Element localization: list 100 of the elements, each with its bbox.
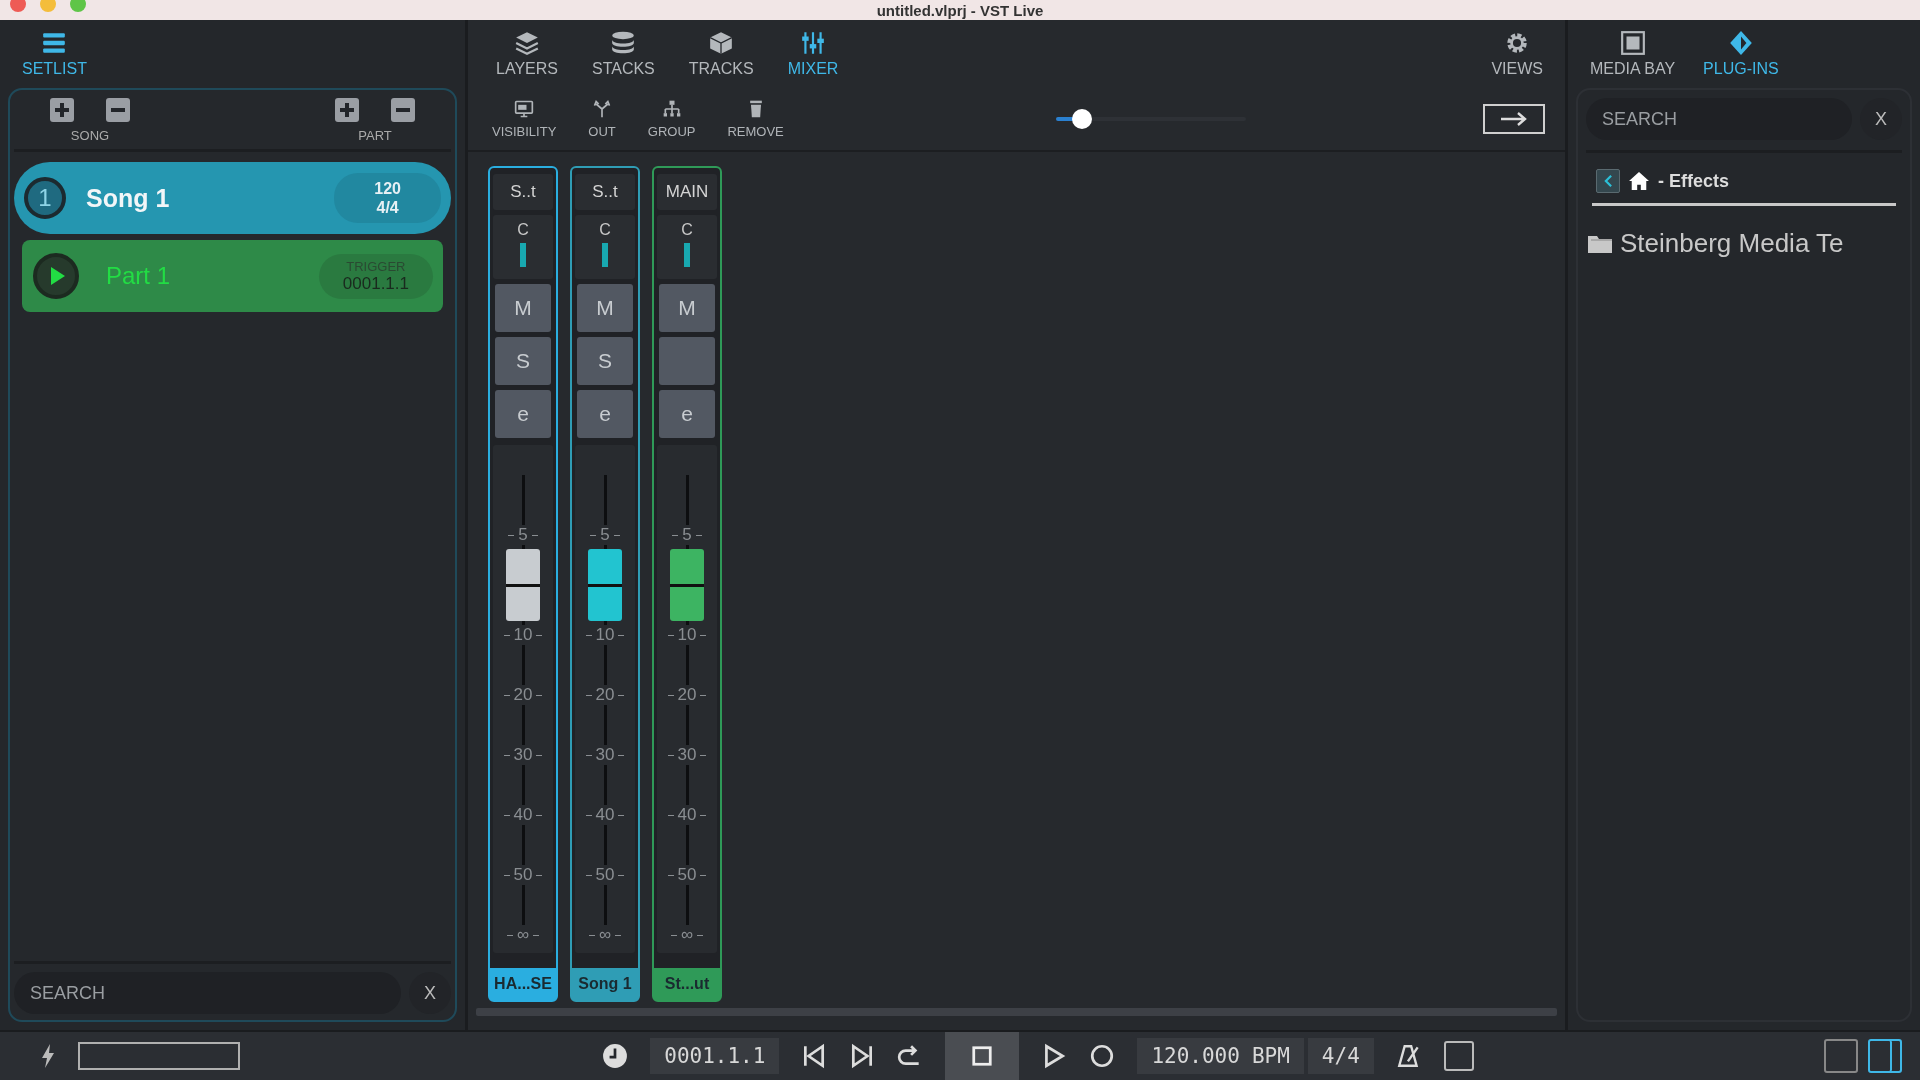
- tempo-display[interactable]: 120.000 BPM: [1137, 1038, 1304, 1074]
- fork-icon: [592, 99, 613, 119]
- remove-song-icon[interactable]: [106, 98, 130, 122]
- lightning-icon[interactable]: [40, 1044, 56, 1068]
- toolbar-button[interactable]: OUT: [578, 95, 626, 143]
- toolbar-button[interactable]: VISIBILITY: [482, 95, 567, 143]
- window-title: untitled.vlprj - VST Live: [876, 2, 1044, 20]
- close-button[interactable]: [10, 0, 26, 12]
- tab[interactable]: MEDIA BAY: [1582, 26, 1684, 82]
- song-signature: 4/4: [376, 198, 399, 217]
- record-icon[interactable]: [1089, 1043, 1116, 1069]
- scale-label: 50: [594, 865, 616, 885]
- folder-icon: [1588, 234, 1612, 253]
- breadcrumb-path: - Effects: [1658, 170, 1729, 192]
- channel-button[interactable]: S: [577, 337, 633, 385]
- tab[interactable]: MIXER: [779, 26, 847, 82]
- song-name: Song 1: [86, 183, 171, 213]
- layout-right-icon[interactable]: [1868, 1039, 1902, 1073]
- song-row[interactable]: 1 Song 1 120 4/4: [14, 162, 451, 234]
- input-label[interactable]: MAIN: [657, 174, 717, 210]
- channel-button[interactable]: e: [495, 390, 551, 438]
- scale-label: 20: [594, 685, 616, 705]
- channel-button[interactable]: M: [495, 284, 551, 332]
- chevron-left-icon: [1603, 174, 1613, 188]
- clear-button[interactable]: X: [409, 972, 451, 1014]
- zoom-slider[interactable]: [1055, 109, 1246, 129]
- back-button[interactable]: [1596, 169, 1620, 193]
- song-label: SONG: [70, 128, 110, 143]
- scale-label: 30: [512, 745, 534, 765]
- pan-indicator-icon: [684, 243, 690, 267]
- scale-label: 50: [676, 865, 698, 885]
- scale-label: 40: [594, 805, 616, 825]
- part-name: Part 1: [106, 262, 172, 290]
- scale-label: 10: [594, 625, 616, 645]
- stop-button[interactable]: [945, 1032, 1020, 1080]
- scale-label: 5: [517, 525, 529, 545]
- tab[interactable]: TRACKS: [680, 26, 762, 82]
- channel-button[interactable]: e: [577, 390, 633, 438]
- input-label[interactable]: S..t: [493, 174, 553, 210]
- views-tab[interactable]: VIEWS: [1483, 26, 1551, 82]
- pan-indicator-icon: [520, 243, 526, 267]
- mixer-icon: [799, 30, 827, 56]
- channel-button[interactable]: M: [577, 284, 633, 332]
- hierarchy-icon: [661, 99, 682, 119]
- play-icon[interactable]: [32, 252, 80, 300]
- tab[interactable]: PLUG-INS: [1695, 26, 1787, 82]
- tempo-value: 120.000: [1151, 1044, 1240, 1068]
- scale-label: 30: [594, 745, 616, 765]
- toolbar-button[interactable]: REMOVE: [717, 95, 794, 143]
- folder-name[interactable]: Steinberg Media Te: [1620, 228, 1844, 259]
- scale-label: 40: [676, 805, 698, 825]
- song-tempo: 120: [374, 179, 401, 198]
- tab[interactable]: LAYERS: [488, 26, 566, 82]
- search-field[interactable]: SEARCH: [14, 972, 401, 1014]
- toolbar-button[interactable]: GROUP: [637, 95, 706, 143]
- trigger-position: 0001.1.1: [342, 273, 409, 293]
- channel-button[interactable]: S: [495, 337, 551, 385]
- song-number: 1: [24, 177, 66, 219]
- checkbox[interactable]: [1443, 1041, 1474, 1071]
- pan-display[interactable]: C: [493, 215, 553, 279]
- fader-handle[interactable]: [670, 549, 704, 621]
- scale-label: 10: [676, 625, 698, 645]
- arrow-button[interactable]: [1483, 104, 1545, 134]
- pan-value: C: [681, 221, 693, 239]
- tab[interactable]: STACKS: [583, 26, 663, 82]
- setlist-tab[interactable]: SETLIST: [14, 26, 95, 82]
- slider-thumb[interactable]: [1072, 109, 1093, 129]
- signature-display[interactable]: 4/4: [1307, 1038, 1374, 1074]
- fader-handle[interactable]: [506, 549, 540, 621]
- clear-button[interactable]: X: [1860, 98, 1902, 140]
- tempo-unit: BPM: [1251, 1044, 1290, 1068]
- search-field[interactable]: SEARCH: [1586, 98, 1852, 140]
- scale-label: 5: [681, 525, 693, 545]
- channel-name[interactable]: HA...SE: [490, 968, 556, 1000]
- channel-button[interactable]: e: [659, 390, 715, 438]
- scale-label: 10: [512, 625, 534, 645]
- remove-part-icon[interactable]: [391, 98, 415, 122]
- pan-indicator-icon: [602, 243, 608, 267]
- add-song-icon[interactable]: [50, 98, 74, 122]
- square-icon: [1618, 30, 1647, 56]
- scrollbar[interactable]: [476, 1008, 1557, 1016]
- scale-label: 5: [599, 525, 611, 545]
- add-part-icon[interactable]: [335, 98, 359, 122]
- arrow-right-icon: [1499, 111, 1529, 127]
- layout-left-icon[interactable]: [1824, 1039, 1858, 1073]
- input-label[interactable]: S..t: [575, 174, 635, 210]
- position-display[interactable]: 0001.1.1: [650, 1038, 780, 1074]
- pan-display[interactable]: C: [657, 215, 717, 279]
- fader-handle[interactable]: [588, 549, 622, 621]
- clock-icon[interactable]: [602, 1043, 629, 1069]
- channel-button[interactable]: M: [659, 284, 715, 332]
- home-icon[interactable]: [1628, 171, 1650, 191]
- stop-icon: [971, 1045, 994, 1067]
- channel-name[interactable]: St...ut: [654, 968, 720, 1000]
- part-label: PART: [358, 128, 392, 143]
- scale-label: 20: [676, 685, 698, 705]
- scale-label: 20: [512, 685, 534, 705]
- pan-display[interactable]: C: [575, 215, 635, 279]
- monitor-icon: [514, 99, 535, 119]
- channel-name[interactable]: Song 1: [572, 968, 638, 1000]
